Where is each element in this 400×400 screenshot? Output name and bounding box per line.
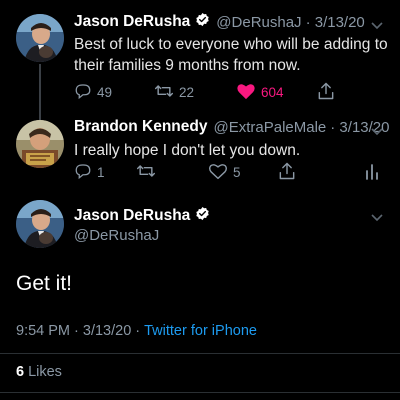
- like-count: 604: [261, 85, 284, 100]
- display-name[interactable]: Brandon Kennedy: [74, 118, 207, 136]
- divider: [0, 353, 400, 354]
- retweet-icon: [136, 162, 156, 183]
- tweet-text-line: Best of luck to everyone who will be add…: [74, 36, 388, 53]
- tweet-date: · 3/13/20: [305, 13, 365, 31]
- tweet-source-link[interactable]: Twitter for iPhone: [144, 323, 257, 339]
- tweet-text-line: I really hope I don't let you down.: [74, 142, 301, 159]
- retweet-button[interactable]: 22: [154, 82, 194, 103]
- verified-badge-icon: [195, 206, 210, 226]
- heart-icon: [236, 82, 256, 103]
- avatar[interactable]: [16, 120, 64, 168]
- divider: [0, 392, 400, 393]
- user-handle[interactable]: @DeRushaJ: [74, 227, 159, 244]
- tweet-text-line: their families 9 months from now.: [74, 57, 301, 74]
- chevron-down-icon[interactable]: [370, 210, 384, 228]
- tweet-header: Brandon Kennedy @ExtraPaleMale · 3/13/20: [74, 118, 389, 136]
- reply-icon: [74, 82, 92, 103]
- avatar[interactable]: [16, 14, 64, 62]
- reply-count: 49: [97, 85, 113, 100]
- main-tweet-name-row: Jason DeRusha: [74, 206, 210, 226]
- heart-icon: [208, 162, 228, 183]
- analytics-icon: [364, 161, 380, 184]
- share-icon: [277, 161, 297, 184]
- like-count: 5: [233, 165, 241, 180]
- avatar[interactable]: [16, 200, 64, 248]
- chevron-down-icon[interactable]: [370, 124, 384, 142]
- like-total: 6: [16, 364, 25, 380]
- likes-stat[interactable]: 6 Likes: [16, 364, 62, 380]
- analytics-button[interactable]: [364, 161, 380, 184]
- reply-button[interactable]: 1: [74, 162, 105, 183]
- tweet-timestamp[interactable]: 9:54 PM · 3/13/20 ·: [16, 323, 140, 339]
- like-button[interactable]: 604: [236, 82, 284, 103]
- main-tweet-text: Get it!: [16, 272, 73, 295]
- display-name[interactable]: Jason DeRusha: [74, 207, 190, 225]
- reply-icon: [74, 162, 92, 183]
- retweet-count: 22: [179, 85, 195, 100]
- reply-count: 1: [97, 165, 105, 180]
- share-icon: [316, 81, 336, 104]
- share-button[interactable]: [277, 161, 297, 184]
- reply-button[interactable]: 49: [74, 82, 112, 103]
- tweet-header: Jason DeRusha @DeRushaJ · 3/13/20: [74, 12, 365, 32]
- likes-label: Likes: [28, 364, 62, 380]
- retweet-icon: [154, 82, 174, 103]
- display-name[interactable]: Jason DeRusha: [74, 13, 190, 31]
- tweet-meta: 9:54 PM · 3/13/20 · Twitter for iPhone: [16, 323, 257, 339]
- user-handle[interactable]: @ExtraPaleMale: [213, 119, 326, 136]
- like-button[interactable]: 5: [208, 162, 241, 183]
- retweet-button[interactable]: [136, 162, 161, 183]
- user-handle[interactable]: @DeRushaJ: [216, 14, 301, 31]
- share-button[interactable]: [316, 81, 336, 104]
- thread-connector: [39, 64, 41, 120]
- verified-badge-icon: [195, 12, 210, 32]
